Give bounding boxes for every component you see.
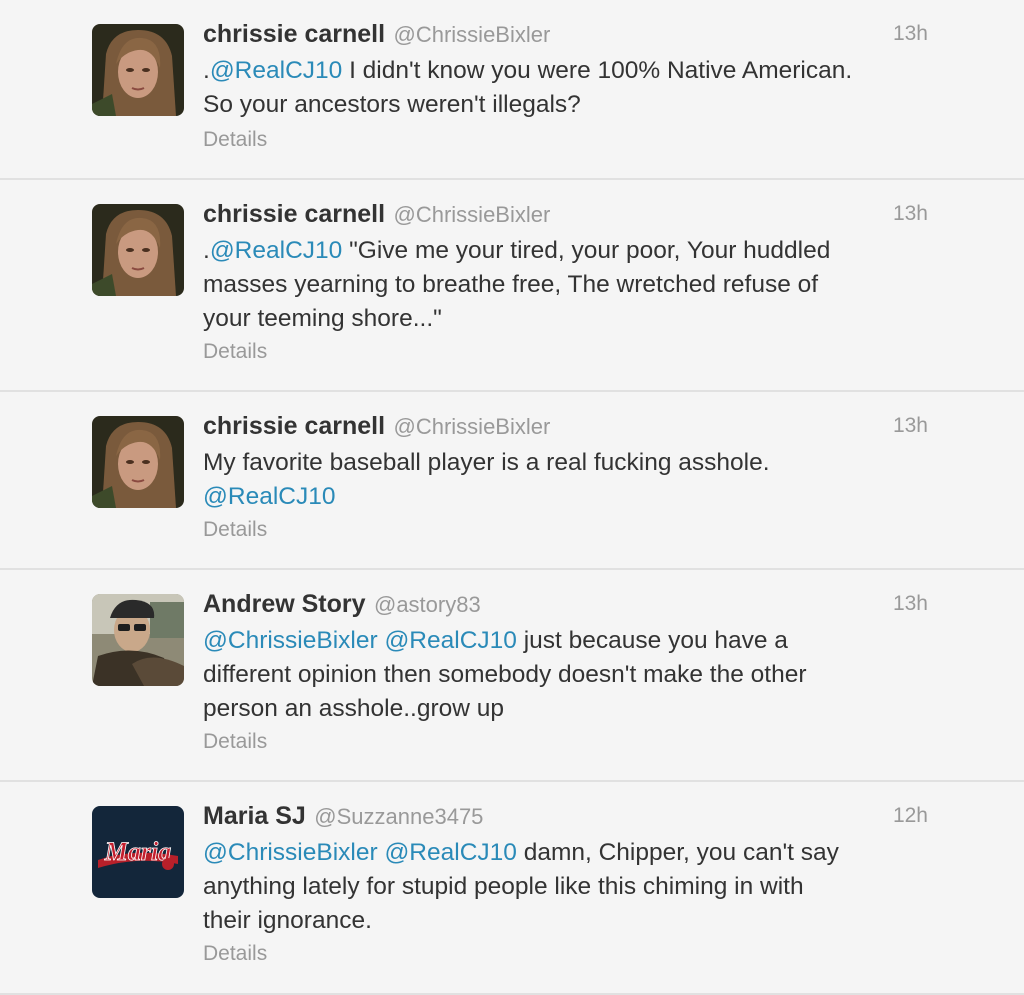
- text-segment: .: [203, 237, 210, 264]
- user-name[interactable]: chrissie carnell: [203, 200, 385, 228]
- mention-link[interactable]: @ChrissieBixler: [203, 627, 378, 654]
- user-handle[interactable]: @ChrissieBixler: [394, 414, 551, 439]
- user-name[interactable]: chrissie carnell: [203, 412, 385, 440]
- mention-link[interactable]: @ChrissieBixler: [203, 839, 378, 866]
- text-segment: just because you have a: [516, 627, 788, 654]
- tweet[interactable]: chrissie carnell @ChrissieBixler 13h .@R…: [0, 0, 1024, 180]
- text-segment: I didn't know you were 100% Native Ameri…: [342, 57, 853, 84]
- text-line: their ignorance.: [203, 904, 933, 938]
- text-line: @RealCJ10: [203, 480, 933, 514]
- tweet-text: @ChrissieBixler @RealCJ10 damn, Chipper,…: [203, 836, 933, 938]
- details-link[interactable]: Details: [203, 518, 267, 542]
- timestamp[interactable]: 13h: [893, 22, 928, 46]
- user-handle[interactable]: @Suzzanne3475: [314, 804, 483, 829]
- timestamp[interactable]: 12h: [893, 804, 928, 828]
- woman-avatar-icon: [92, 204, 184, 296]
- tweet-header: Andrew Story @astory83 13h: [203, 590, 1024, 624]
- maria-logo-text: Maria: [104, 837, 171, 866]
- woman-avatar-icon: [92, 416, 184, 508]
- avatar[interactable]: [92, 24, 184, 116]
- user-handle[interactable]: @astory83: [374, 592, 481, 617]
- text-line: anything lately for stupid people like t…: [203, 870, 933, 904]
- tweet-timeline: chrissie carnell @ChrissieBixler 13h .@R…: [0, 0, 1024, 995]
- details-link[interactable]: Details: [203, 730, 267, 754]
- mention-link[interactable]: @RealCJ10: [384, 627, 516, 654]
- text-segment: masses yearning to breathe free, The wre…: [203, 271, 819, 298]
- mention-link[interactable]: @RealCJ10: [203, 483, 335, 510]
- text-line: My favorite baseball player is a real fu…: [203, 446, 933, 480]
- tweet[interactable]: Andrew Story @astory83 13h @ChrissieBixl…: [0, 570, 1024, 782]
- text-line: masses yearning to breathe free, The wre…: [203, 268, 933, 302]
- text-segment: "Give me your tired, your poor, Your hud…: [342, 237, 831, 264]
- user-handle[interactable]: @ChrissieBixler: [394, 22, 551, 47]
- woman-avatar-icon: [92, 24, 184, 116]
- tweet-header: chrissie carnell @ChrissieBixler 13h: [203, 412, 1024, 446]
- man-in-car-avatar-icon: [92, 594, 184, 686]
- text-segment: person an asshole..grow up: [203, 695, 504, 722]
- text-segment: your teeming shore...": [203, 305, 442, 332]
- tweet[interactable]: chrissie carnell @ChrissieBixler 13h .@R…: [0, 180, 1024, 392]
- text-segment: different opinion then somebody doesn't …: [203, 661, 807, 688]
- text-line: @ChrissieBixler @RealCJ10 just because y…: [203, 624, 933, 658]
- tweet[interactable]: Maria Maria SJ @Suzzanne3475 12h @Chriss…: [0, 782, 1024, 995]
- timestamp[interactable]: 13h: [893, 414, 928, 438]
- text-segment: My favorite baseball player is a real fu…: [203, 449, 770, 476]
- timestamp[interactable]: 13h: [893, 202, 928, 226]
- text-line: your teeming shore...": [203, 302, 933, 336]
- mention-link[interactable]: @RealCJ10: [384, 839, 516, 866]
- mention-link[interactable]: @RealCJ10: [210, 237, 342, 264]
- avatar[interactable]: [92, 204, 184, 296]
- text-line: .@RealCJ10 "Give me your tired, your poo…: [203, 234, 933, 268]
- tweet-header: Maria SJ @Suzzanne3475 12h: [203, 802, 1024, 836]
- text-line: person an asshole..grow up: [203, 692, 933, 726]
- tweet-text: My favorite baseball player is a real fu…: [203, 446, 933, 514]
- tweet-header: chrissie carnell @ChrissieBixler 13h: [203, 20, 1024, 54]
- text-segment: their ignorance.: [203, 907, 372, 934]
- text-line: So your ancestors weren't illegals?: [203, 88, 933, 122]
- timestamp[interactable]: 13h: [893, 592, 928, 616]
- tweet-text: @ChrissieBixler @RealCJ10 just because y…: [203, 624, 933, 726]
- avatar[interactable]: [92, 416, 184, 508]
- text-segment: .: [203, 57, 210, 84]
- user-name[interactable]: chrissie carnell: [203, 20, 385, 48]
- text-segment: anything lately for stupid people like t…: [203, 873, 804, 900]
- text-line: different opinion then somebody doesn't …: [203, 658, 933, 692]
- avatar[interactable]: [92, 594, 184, 686]
- details-link[interactable]: Details: [203, 128, 267, 152]
- text-segment: damn, Chipper, you can't say: [516, 839, 839, 866]
- text-segment: So your ancestors weren't illegals?: [203, 91, 581, 118]
- user-handle[interactable]: @ChrissieBixler: [394, 202, 551, 227]
- tweet-text: .@RealCJ10 I didn't know you were 100% N…: [203, 54, 933, 122]
- details-link[interactable]: Details: [203, 942, 267, 966]
- tweet-text: .@RealCJ10 "Give me your tired, your poo…: [203, 234, 933, 336]
- text-line: .@RealCJ10 I didn't know you were 100% N…: [203, 54, 933, 88]
- user-name[interactable]: Maria SJ: [203, 802, 306, 830]
- user-name[interactable]: Andrew Story: [203, 590, 366, 618]
- tweet-header: chrissie carnell @ChrissieBixler 13h: [203, 200, 1024, 234]
- maria-logo-avatar-icon: Maria: [92, 806, 184, 898]
- text-line: @ChrissieBixler @RealCJ10 damn, Chipper,…: [203, 836, 933, 870]
- tweet[interactable]: chrissie carnell @ChrissieBixler 13h My …: [0, 392, 1024, 570]
- mention-link[interactable]: @RealCJ10: [210, 57, 342, 84]
- details-link[interactable]: Details: [203, 340, 267, 364]
- avatar[interactable]: Maria: [92, 806, 184, 898]
